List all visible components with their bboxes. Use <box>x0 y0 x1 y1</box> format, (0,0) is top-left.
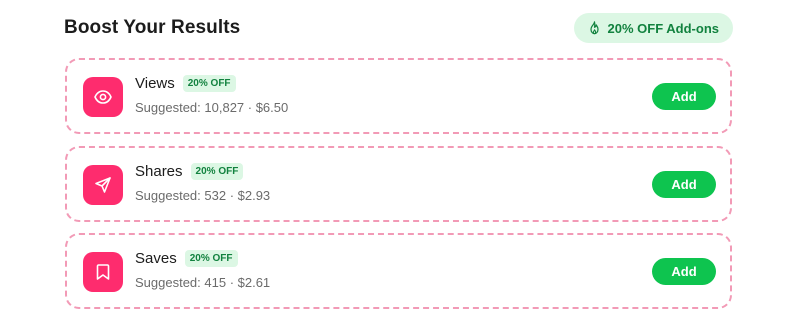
section-header: Boost Your Results 20% OFF Add-ons <box>64 12 733 44</box>
promo-label: 20% OFF Add-ons <box>607 20 719 36</box>
addon-suggestion: Suggested: 415 · $2.61 <box>135 275 271 290</box>
send-icon <box>95 177 111 193</box>
discount-badge: 20% OFF <box>182 75 236 92</box>
addon-title-row: Saves 20% OFF <box>135 250 238 267</box>
addon-card-views: Views 20% OFF Suggested: 10,827 · $6.50 … <box>65 58 732 134</box>
addon-title-row: Shares 20% OFF <box>135 163 244 180</box>
addon-card-shares: Shares 20% OFF Suggested: 532 · $2.93 Ad… <box>65 146 732 222</box>
views-icon-tile <box>83 77 123 117</box>
eye-icon <box>94 90 112 104</box>
bookmark-icon <box>96 264 110 280</box>
addon-suggestion: Suggested: 10,827 · $6.50 <box>135 100 289 115</box>
addon-name: Views <box>135 75 175 92</box>
add-shares-button[interactable]: Add <box>652 171 716 198</box>
discount-badge: 20% OFF <box>190 163 244 180</box>
add-views-button[interactable]: Add <box>652 83 716 110</box>
add-saves-button[interactable]: Add <box>652 258 716 285</box>
addon-name: Saves <box>135 250 177 267</box>
promo-badge: 20% OFF Add-ons <box>573 13 733 43</box>
addon-name: Shares <box>135 163 183 180</box>
shares-icon-tile <box>83 165 123 205</box>
flame-icon <box>589 21 599 35</box>
addon-card-saves: Saves 20% OFF Suggested: 415 · $2.61 Add <box>65 233 732 309</box>
addon-title-row: Views 20% OFF <box>135 75 236 92</box>
saves-icon-tile <box>83 252 123 292</box>
discount-badge: 20% OFF <box>184 250 238 267</box>
page-title: Boost Your Results <box>64 17 241 38</box>
addon-suggestion: Suggested: 532 · $2.93 <box>135 188 271 203</box>
